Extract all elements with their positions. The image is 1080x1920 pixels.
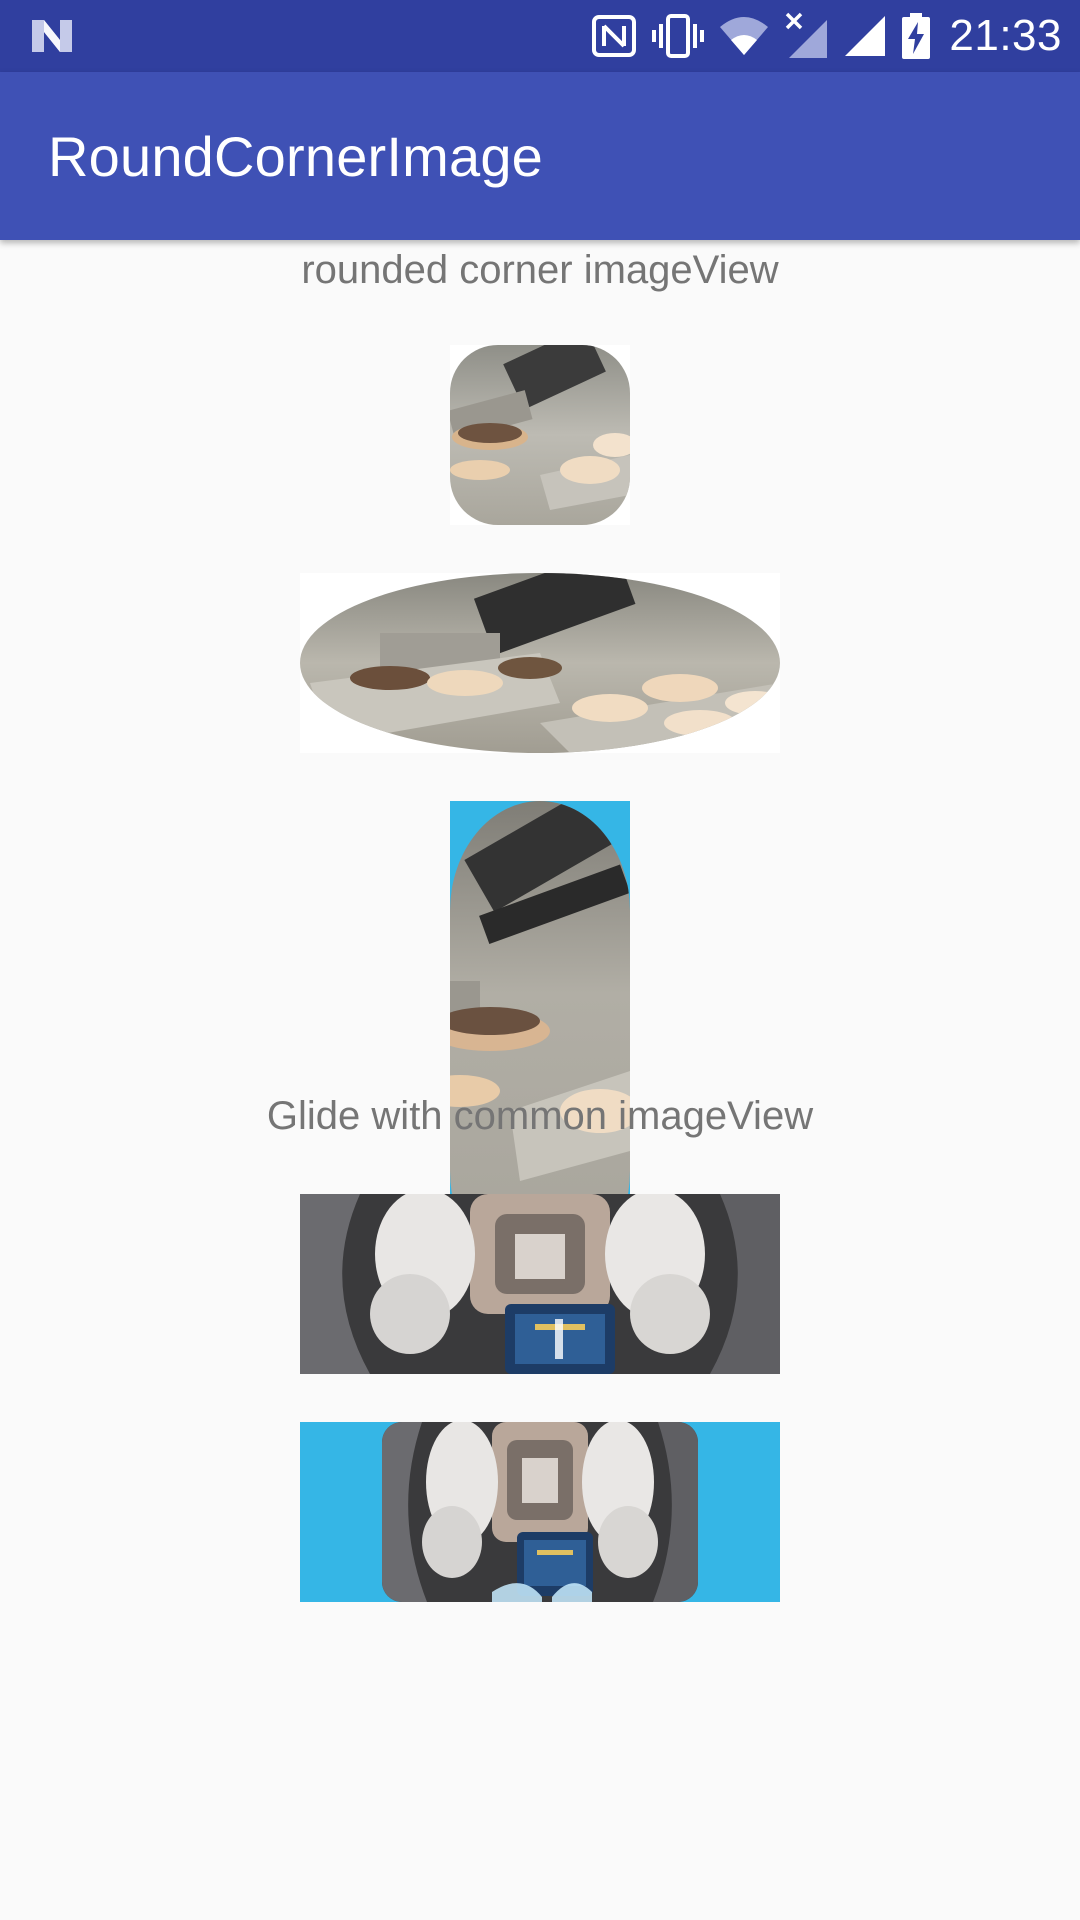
status-time: 21:33 [949,11,1062,60]
burger-photo [300,573,780,753]
burger-photo [450,345,630,525]
nfc-icon [592,15,637,57]
rounded-section-label: rounded corner imageView [301,248,779,292]
app-bar: RoundCornerImage [0,72,1080,240]
astronauts-photo [382,1422,698,1602]
status-bar: 21:33 [0,0,1080,72]
mobile-signal-no-data-icon [786,12,828,58]
rounded-square-image-view [450,345,630,525]
app-title: RoundCornerImage [48,125,544,188]
cell-signal-icon [845,16,886,56]
glide-image-view [300,1194,780,1374]
glide-rounded-image-view [300,1422,780,1602]
content-area: rounded corner imageView Glide with comm… [0,240,1080,1920]
android-n-icon [32,20,72,52]
wifi-icon [720,17,769,55]
astronauts-photo [300,1194,780,1374]
vibrate-icon [652,14,705,58]
rounded-wide-image-view [300,573,780,753]
glide-section-label: Glide with common imageView [266,1094,814,1138]
battery-charging-icon [902,13,931,59]
